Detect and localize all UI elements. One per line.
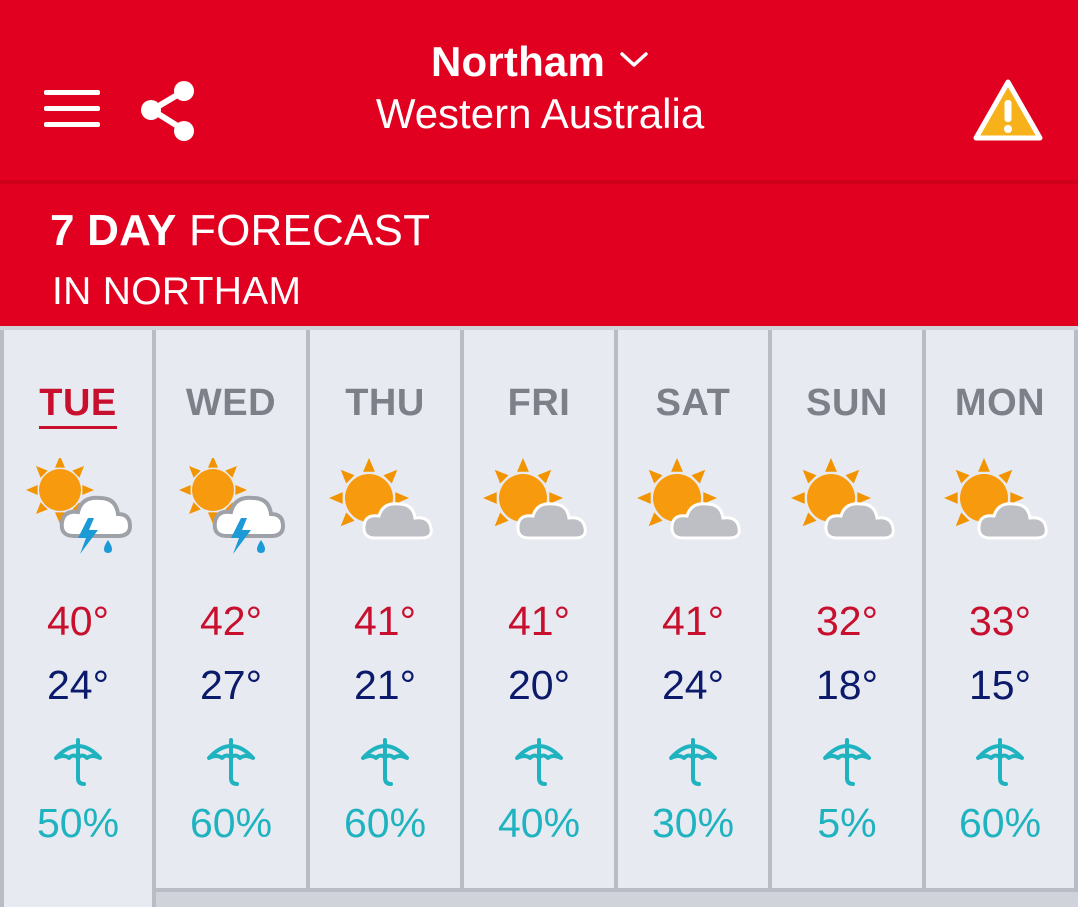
menu-button[interactable] <box>40 86 102 132</box>
day-name: FRI <box>464 382 614 425</box>
share-button[interactable] <box>138 78 200 144</box>
storm-icon <box>22 456 134 554</box>
rain-chance: 60% <box>958 800 1042 846</box>
partly-cloudy-icon <box>791 458 903 554</box>
day-name: WED <box>156 382 306 425</box>
partly-cloudy-icon <box>483 458 595 554</box>
rain-chance: 60% <box>189 800 273 846</box>
min-temperature: 18° <box>815 662 878 708</box>
day-column-thu[interactable]: THU 41° 21° 60% <box>306 330 464 892</box>
umbrella-icon <box>513 736 565 788</box>
day-column-sat[interactable]: SAT 41° 24° 30% <box>614 330 772 892</box>
location-state: Western Australia <box>375 90 705 137</box>
max-temperature: 41° <box>661 598 724 644</box>
forecast-subtitle: IN NORTHAM <box>52 270 302 313</box>
max-temperature: 42° <box>199 598 262 644</box>
day-name-label: FRI <box>507 382 571 424</box>
umbrella-icon <box>974 736 1026 788</box>
day-name-label: WED <box>185 382 277 424</box>
weather-app: Northam Western Australia 7 DAY FORECAST… <box>0 0 1078 907</box>
min-temperature: 15° <box>968 662 1031 708</box>
partly-cloudy-icon <box>944 458 1056 554</box>
umbrella-icon <box>52 736 104 788</box>
location-selector: Northam Western Australia <box>300 38 780 138</box>
location-name: Northam <box>430 38 606 85</box>
storm-icon <box>175 456 287 554</box>
umbrella-icon <box>667 736 719 788</box>
max-temperature: 32° <box>815 598 878 644</box>
min-temperature: 21° <box>353 662 416 708</box>
partly-cloudy-icon <box>329 458 441 554</box>
min-temperature: 24° <box>661 662 724 708</box>
umbrella-icon <box>821 736 873 788</box>
forecast-days: TUE 40° 24° 50% WED 42° 27° 60% THU 41° 21° 60% FRI 4… <box>0 326 1078 907</box>
umbrella-icon <box>359 736 411 788</box>
day-name: THU <box>310 382 460 425</box>
min-temperature: 27° <box>199 662 262 708</box>
day-column-mon[interactable]: MON 33° 15° 60% <box>922 330 1078 892</box>
warning-icon <box>973 79 1043 141</box>
day-name-label: MON <box>954 382 1046 424</box>
min-temperature: 20° <box>507 662 570 708</box>
forecast-header: 7 DAY FORECAST IN NORTHAM <box>0 180 1078 326</box>
rain-chance: 5% <box>817 800 877 846</box>
max-temperature: 41° <box>353 598 416 644</box>
warnings-button[interactable] <box>972 76 1044 144</box>
share-icon <box>141 81 194 141</box>
rain-chance: 30% <box>651 800 735 846</box>
day-name-label: THU <box>345 382 425 424</box>
day-name: SUN <box>772 382 922 425</box>
partly-cloudy-icon <box>637 458 749 554</box>
day-name: MON <box>926 382 1074 425</box>
rain-chance: 50% <box>36 800 120 846</box>
max-temperature: 41° <box>507 598 570 644</box>
rain-chance: 60% <box>343 800 427 846</box>
min-temperature: 24° <box>46 662 109 708</box>
day-column-wed[interactable]: WED 42° 27° 60% <box>152 330 310 892</box>
forecast-title-rest: FORECAST <box>189 206 431 255</box>
top-bar: Northam Western Australia <box>0 0 1078 180</box>
forecast-title: 7 DAY FORECAST <box>50 206 430 256</box>
day-name-label: TUE <box>39 382 117 429</box>
forecast-title-bold: 7 DAY <box>50 206 177 255</box>
rain-chance: 40% <box>497 800 581 846</box>
location-dropdown[interactable]: Northam <box>431 38 649 86</box>
day-column-tue[interactable]: TUE 40° 24° 50% <box>0 330 156 907</box>
day-column-sun[interactable]: SUN 32° 18° 5% <box>768 330 926 892</box>
max-temperature: 33° <box>968 598 1031 644</box>
day-name-label: SAT <box>655 382 731 424</box>
day-name: TUE <box>4 382 152 429</box>
day-name: SAT <box>618 382 768 425</box>
chevron-down-icon <box>620 52 648 67</box>
day-name-label: SUN <box>806 382 888 424</box>
max-temperature: 40° <box>46 598 109 644</box>
day-column-fri[interactable]: FRI 41° 20° 40% <box>460 330 618 892</box>
umbrella-icon <box>205 736 257 788</box>
